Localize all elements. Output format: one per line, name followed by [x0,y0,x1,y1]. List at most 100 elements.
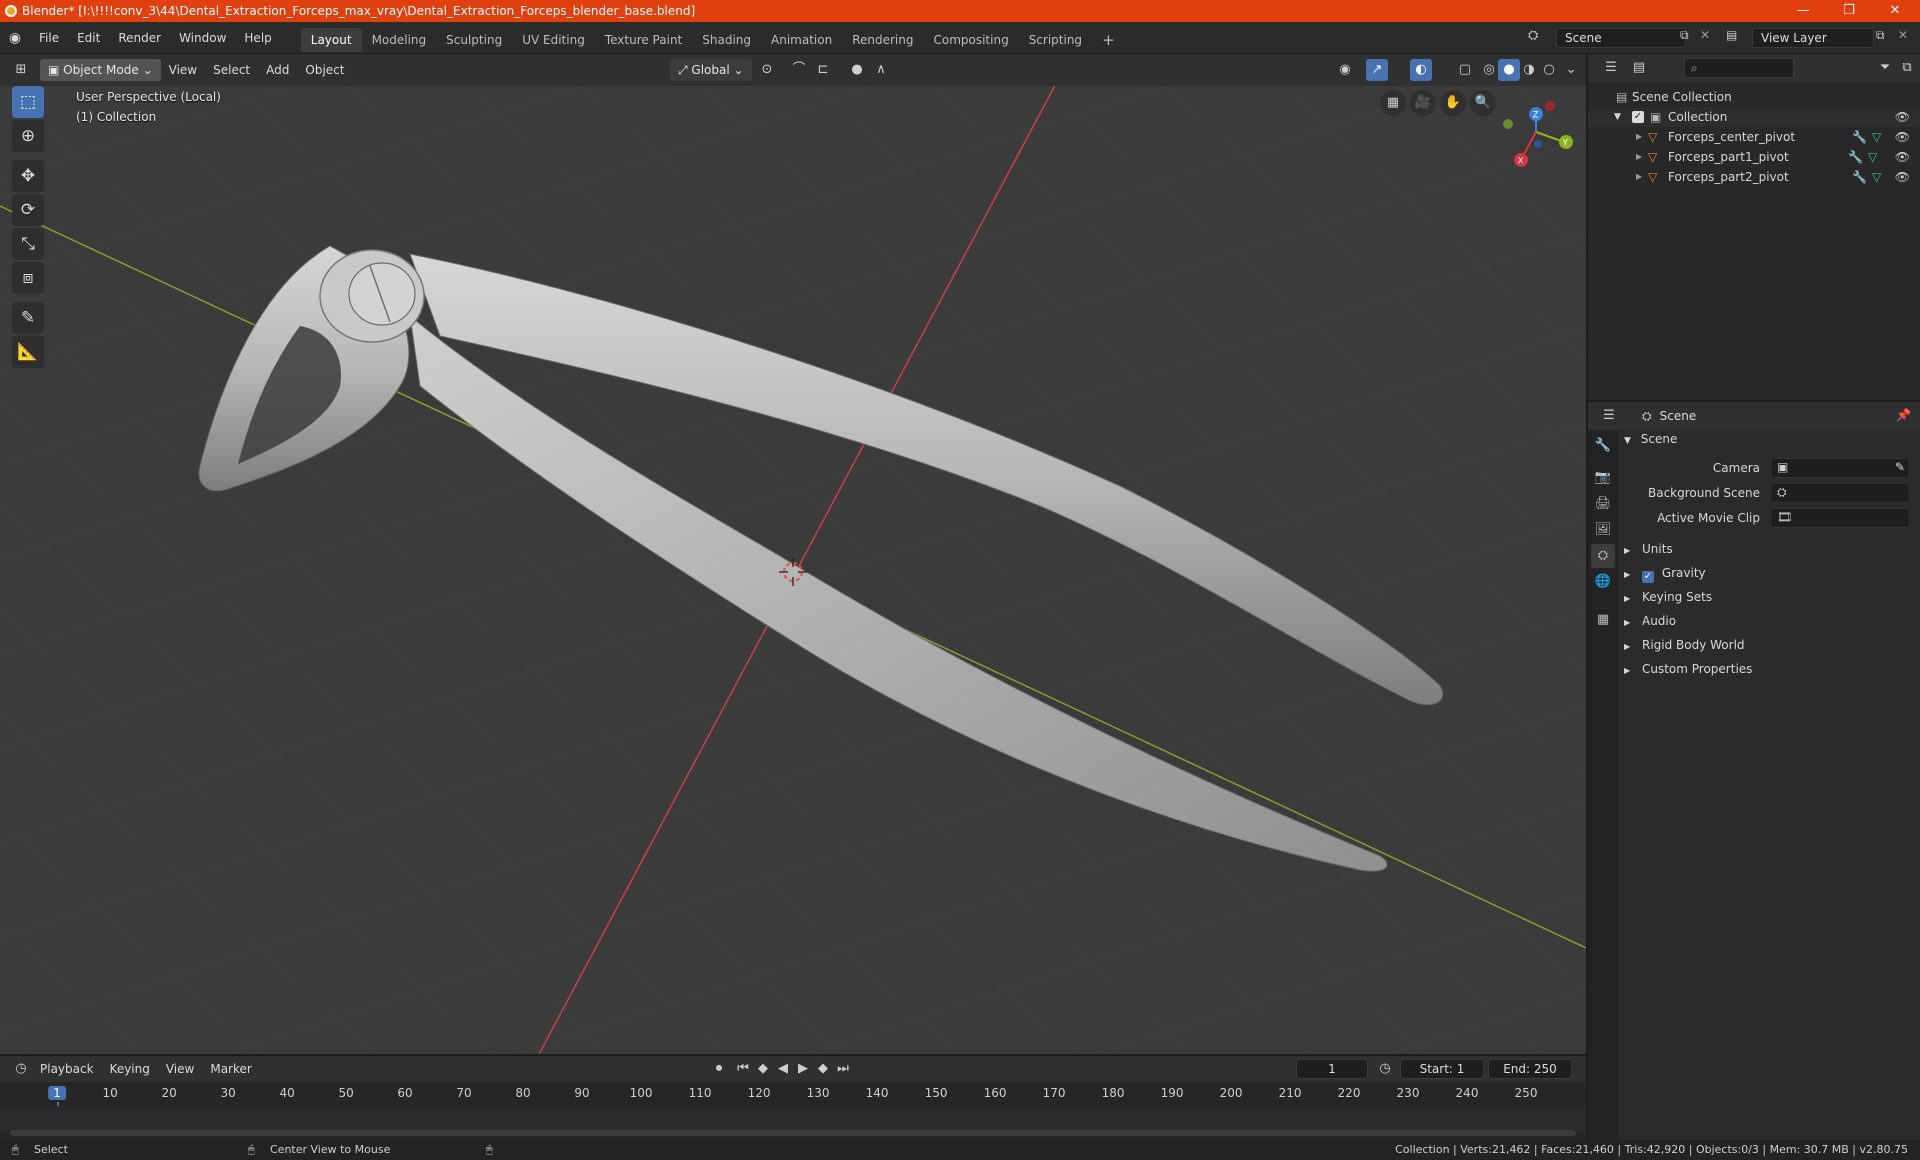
start-frame-field[interactable]: Start: 1 [1400,1059,1484,1079]
object-eye-icon[interactable]: 👁 [1895,127,1910,147]
use-preview-range-icon[interactable]: ◷ [1374,1058,1396,1080]
gravity-checkbox[interactable]: ✓ [1641,571,1654,583]
measure-tool-icon[interactable]: 📐 [12,336,44,368]
outliner-search-input[interactable]: ⌕ [1684,58,1794,78]
snap-icon[interactable]: ⌒ [788,59,810,81]
editor-type-icon[interactable]: ⊞ [10,59,32,81]
menu-keying[interactable]: Keying [102,1056,158,1082]
timeline-editor-type-icon[interactable]: ◷ [10,1058,32,1080]
outliner-row-collection[interactable]: ▼ ✓ ▣ Collection 👁 [1588,107,1920,127]
outliner-row-object[interactable]: ▶ ▽ Forceps_part2_pivot 🔧 ▽ 👁 [1588,167,1920,187]
visibility-icon[interactable]: ◉ [1334,59,1356,81]
tab-animation[interactable]: Animation [761,28,842,52]
timeline-scrollbar[interactable] [10,1130,1576,1136]
menu-timeline-view[interactable]: View [158,1056,202,1082]
menu-marker[interactable]: Marker [202,1056,259,1082]
record-icon[interactable]: ⏺ [708,1058,730,1080]
current-frame-marker[interactable]: 1 [48,1086,66,1100]
falloff-icon[interactable]: ∧ [870,59,892,81]
tab-compositing[interactable]: Compositing [923,28,1018,52]
collection-checkbox[interactable]: ✓ [1632,111,1644,123]
collapse-triangle-icon[interactable]: ▼ [1614,107,1621,127]
material-shading-icon[interactable]: ◑ [1518,59,1540,81]
gizmo-toggle-icon[interactable]: ↗ [1366,59,1388,81]
new-collection-icon[interactable]: ⧉ [1896,57,1918,79]
transform-tool-icon[interactable]: ⧈ [12,262,44,294]
properties-editor-type-icon[interactable]: ☰ [1598,405,1620,427]
select-box-tool-icon[interactable]: ⬚ [12,86,44,118]
maximize-button[interactable]: ❐ [1826,0,1872,22]
texture-tab-icon[interactable]: ▦ [1591,608,1615,632]
collection-eye-icon[interactable]: 👁 [1895,107,1910,127]
tab-rendering[interactable]: Rendering [842,28,923,52]
menu-add[interactable]: Add [258,54,297,86]
transform-orientation-dropdown[interactable]: ⤢ Global ⌄ [670,59,752,81]
timeline-body[interactable]: 1 10 20 30 40 50 60 70 80 90 100 110 120 130 140 150 160… [0,1082,1586,1140]
remove-view-layer-icon[interactable]: ✕ [1898,28,1908,42]
tab-uv-editing[interactable]: UV Editing [512,28,595,52]
audio-panel-header[interactable]: ▶ Audio [1620,610,1916,632]
world-tab-icon[interactable]: 🌐 [1591,570,1615,594]
tab-texture-paint[interactable]: Texture Paint [595,28,692,52]
overlay-toggle-icon[interactable]: ◐ [1410,59,1432,81]
jump-start-icon[interactable]: ⏮ [732,1058,754,1080]
scene-tab-icon[interactable]: ⛭ [1591,544,1615,568]
snap-target-icon[interactable]: ⊏ [812,59,834,81]
render-tab-icon[interactable]: 📷 [1591,466,1615,490]
tab-shading[interactable]: Shading [692,28,761,52]
camera-field[interactable]: ▣ ✎ [1770,458,1910,478]
current-frame-field[interactable]: 1 [1296,1059,1368,1079]
move-tool-icon[interactable]: ✥ [12,160,44,192]
object-eye-icon[interactable]: 👁 [1895,167,1910,187]
menu-view[interactable]: View [161,54,205,86]
toggle-ortho-icon[interactable]: ▦ [1380,90,1406,116]
object-mode-dropdown[interactable]: ▣ Object Mode ⌄ [40,59,161,81]
pivot-point-icon[interactable]: ⊙ [756,59,778,81]
proportional-edit-icon[interactable]: ● [846,59,868,81]
camera-view-icon[interactable]: 🎥 [1410,90,1436,116]
eyedropper-icon[interactable]: ✎ [1895,460,1905,474]
scale-tool-icon[interactable]: ⤡ [12,228,44,260]
minimize-button[interactable]: — [1780,0,1826,22]
display-mode-icon[interactable]: ▤ [1628,57,1650,79]
cursor-tool-icon[interactable]: ⊕ [12,120,44,152]
end-frame-field[interactable]: End: 250 [1488,1059,1572,1079]
expand-triangle-icon[interactable]: ▶ [1636,167,1642,187]
expand-triangle-icon[interactable]: ▶ [1636,147,1642,167]
3d-viewport[interactable]: Z Y X User Perspective (Local) (1) Colle… [0,86,1586,1054]
add-workspace-icon[interactable]: + [1092,28,1125,52]
blender-menu-icon[interactable]: ◉ [0,30,30,46]
keying-sets-panel-header[interactable]: ▶ Keying Sets [1620,586,1916,608]
next-keyframe-icon[interactable]: ◆ [812,1058,834,1080]
outliner-row-scene-collection[interactable]: ▤ Scene Collection [1588,87,1920,107]
pin-icon[interactable]: 📌 [1896,408,1911,422]
rigid-body-world-panel-header[interactable]: ▶ Rigid Body World [1620,634,1916,656]
jump-end-icon[interactable]: ⏭ [832,1058,854,1080]
outliner-row-object[interactable]: ▶ ▽ Forceps_center_pivot 🔧 ▽ 👁 [1588,127,1920,147]
expand-triangle-icon[interactable]: ▶ [1636,127,1642,147]
view-layer-tab-icon[interactable]: 🖼 [1591,518,1615,542]
menu-edit[interactable]: Edit [68,22,109,54]
tab-modeling[interactable]: Modeling [362,28,437,52]
shading-options-icon[interactable]: ⌄ [1560,59,1582,81]
view-layer-field[interactable]: View Layer [1752,28,1874,48]
menu-select[interactable]: Select [205,54,258,86]
gravity-panel-header[interactable]: ▶ ✓ Gravity [1620,562,1916,584]
object-eye-icon[interactable]: 👁 [1895,147,1910,167]
play-icon[interactable]: ▶ [792,1058,814,1080]
zoom-view-icon[interactable]: 🔍 [1470,90,1496,116]
rotate-tool-icon[interactable]: ⟳ [12,194,44,226]
xray-icon[interactable]: ▢ [1454,59,1476,81]
close-button[interactable]: ✕ [1872,0,1918,22]
wireframe-shading-icon[interactable]: ◎ [1478,59,1500,81]
menu-object[interactable]: Object [297,54,352,86]
tab-sculpting[interactable]: Sculpting [436,28,512,52]
timeline-ruler[interactable]: 1 10 20 30 40 50 60 70 80 90 100 110 120 130 140 150 160… [0,1082,1586,1132]
scene-field[interactable]: Scene [1556,28,1686,48]
annotate-tool-icon[interactable]: ✎ [12,302,44,334]
tab-scripting[interactable]: Scripting [1019,28,1092,52]
tab-layout[interactable]: Layout [300,27,362,52]
scene-panel-header[interactable]: ▼ Scene [1620,428,1916,450]
menu-file[interactable]: File [30,22,68,54]
output-tab-icon[interactable]: 🖨 [1591,492,1615,516]
